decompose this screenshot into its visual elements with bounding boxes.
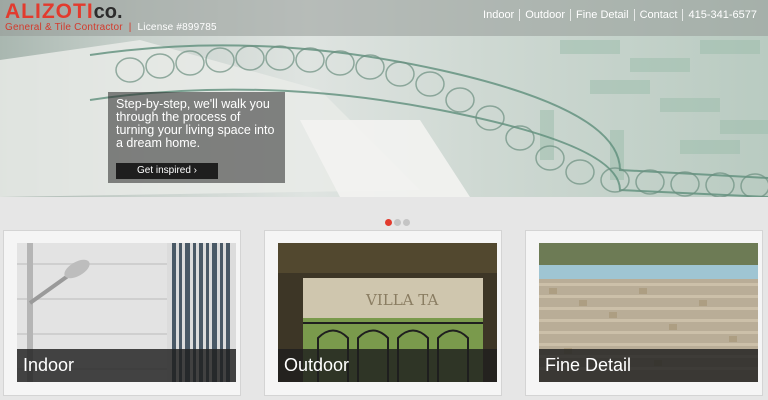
card-outdoor[interactable]: VILLA TA Outdoor (264, 230, 502, 396)
tagline: General & Tile Contractor (5, 22, 123, 33)
brand-suffix: co. (93, 1, 123, 23)
hero-banner: ALIZOTIco. General & Tile Contractor | L… (0, 0, 768, 197)
card-label-indoor: Indoor (23, 355, 75, 375)
brand-name: ALIZOTI (5, 0, 94, 23)
logo[interactable]: ALIZOTIco. General & Tile Contractor | L… (5, 1, 217, 33)
tagline-line: General & Tile Contractor | License #899… (5, 22, 217, 33)
slider-dot-2[interactable] (394, 219, 401, 226)
nav-item-outdoor[interactable]: Outdoor (520, 9, 570, 21)
svg-text:VILLA TA: VILLA TA (365, 291, 438, 309)
card-label-outdoor: Outdoor (284, 355, 350, 375)
slider-dot-1[interactable] (385, 219, 392, 226)
card-caption: Indoor (17, 349, 236, 382)
get-inspired-button[interactable]: Get inspired › (116, 163, 218, 179)
hero-promo-box: Step-by-step, we'll walk you through the… (108, 92, 285, 183)
card-label-fine-detail: Fine Detail (545, 355, 632, 375)
card-caption: Fine Detail (539, 349, 758, 382)
license-number: License #899785 (137, 22, 217, 33)
card-caption: Outdoor (278, 349, 497, 382)
main-nav: Indoor Outdoor Fine Detail Contact 415-3… (478, 9, 762, 21)
slider-dot-3[interactable] (403, 219, 410, 226)
card-indoor[interactable]: Indoor (3, 230, 241, 396)
card-fine-detail[interactable]: Fine Detail (525, 230, 763, 396)
nav-item-contact[interactable]: Contact (635, 9, 683, 21)
outdoor-image: VILLA TA Outdoor (278, 243, 497, 382)
nav-item-indoor[interactable]: Indoor (478, 9, 519, 21)
slider-dots (385, 219, 410, 226)
hero-text: Step-by-step, we'll walk you through the… (116, 97, 275, 150)
phone-number[interactable]: 415-341-6577 (683, 9, 762, 21)
indoor-image: Indoor (17, 243, 236, 382)
fine-detail-image: Fine Detail (539, 243, 758, 382)
nav-item-fine-detail[interactable]: Fine Detail (571, 9, 634, 21)
